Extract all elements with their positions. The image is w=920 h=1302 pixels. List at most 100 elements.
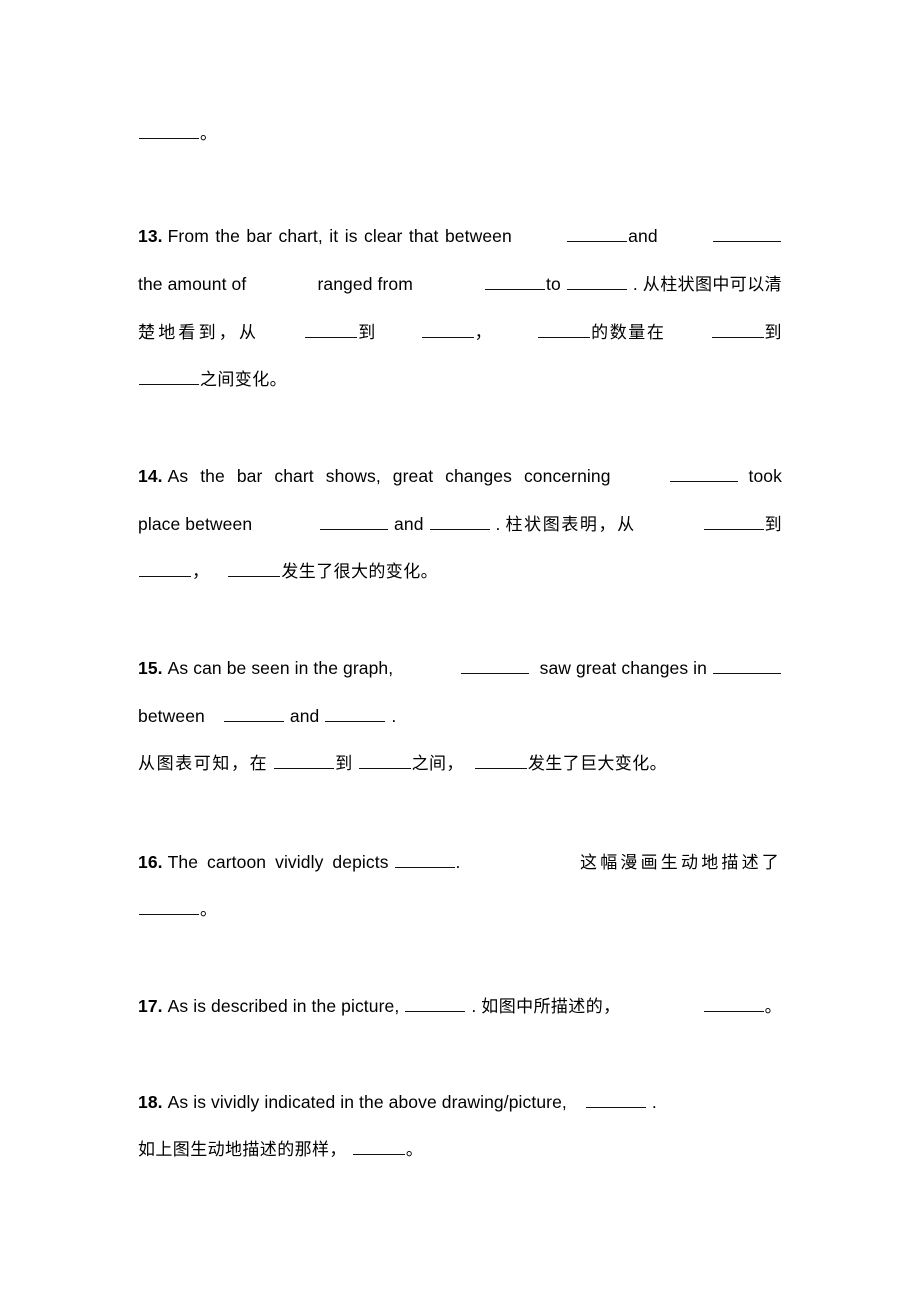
item-text: ranged from — [317, 274, 413, 294]
fill-in-blank[interactable] — [567, 224, 628, 242]
fill-in-blank[interactable] — [139, 559, 191, 577]
fill-in-blank[interactable] — [139, 121, 199, 139]
item-text: and — [628, 226, 658, 246]
item-text: . — [455, 852, 461, 872]
fill-in-blank[interactable] — [703, 994, 764, 1012]
item-text: . — [632, 274, 638, 294]
item-text-cn: 。 — [764, 997, 782, 1017]
text-line: 从图表可知，在 到 之间， 发生了巨大变化。 — [138, 740, 782, 788]
item-text-cn: 如上图生动地描述的那样， — [138, 1140, 347, 1160]
item-number: 14. — [138, 466, 163, 486]
item-text-cn: 之间变化。 — [200, 370, 287, 390]
item-text-cn: 柱状图表明，从 — [505, 515, 636, 535]
text-line: between and. — [138, 692, 782, 740]
item-text: the amount of — [138, 274, 247, 294]
item-text-cn: 楚地看到，从 — [138, 323, 260, 343]
question-item-15: 15. As can be seen in the graph, saw grea… — [138, 644, 782, 788]
item-text: . — [391, 706, 397, 726]
fill-in-blank[interactable] — [460, 656, 529, 674]
fill-in-blank[interactable] — [669, 464, 738, 482]
item-text-cn: 到 — [764, 515, 782, 535]
question-item-16: 16. The cartoon vividly depicts. 这幅漫画生动地描… — [138, 838, 782, 934]
item-text-cn: 发生了巨大变化。 — [527, 754, 668, 774]
fill-in-blank[interactable] — [566, 272, 627, 290]
question-item-17: 17. As is described in the picture,. 如图中所描… — [138, 982, 782, 1030]
orphan-period: 。 — [200, 124, 218, 144]
item-number: 15. — [138, 658, 163, 678]
item-text: place between — [138, 514, 253, 534]
fill-in-blank[interactable] — [223, 704, 284, 722]
fill-in-blank[interactable] — [228, 559, 281, 577]
text-line: 。 — [138, 110, 782, 158]
text-line: 14. As the bar chart shows, great changes… — [138, 452, 782, 500]
fill-in-blank[interactable] — [703, 512, 764, 530]
text-line: 17. As is described in the picture,. 如图中所描… — [138, 982, 782, 1030]
fill-in-blank[interactable] — [405, 994, 466, 1012]
text-line: 13. From the bar chart, it is clear that … — [138, 212, 782, 260]
question-item-18: 18. As is vividly indicated in the above … — [138, 1078, 782, 1174]
text-line: ， 发生了很大的变化。 — [138, 548, 782, 596]
item-text: took — [748, 466, 782, 486]
item-text-cn: 从图表可知，在 — [138, 754, 269, 774]
fill-in-blank[interactable] — [352, 1137, 405, 1155]
fill-in-blank[interactable] — [394, 850, 455, 868]
fill-in-blank[interactable] — [429, 512, 490, 530]
item-text: . — [495, 514, 501, 534]
item-text-cn: 到 — [335, 754, 353, 774]
item-text-cn: 发生了很大的变化。 — [281, 562, 439, 582]
item-text-cn: 到 — [358, 323, 376, 343]
item-number: 18. — [138, 1092, 163, 1112]
fill-in-blank[interactable] — [305, 320, 358, 338]
fill-in-blank[interactable] — [274, 751, 335, 769]
fill-in-blank[interactable] — [474, 751, 527, 769]
item-text-cn: ， — [474, 323, 493, 343]
item-text-cn: 这幅漫画生动地描述了 — [580, 853, 782, 873]
fill-in-blank[interactable] — [711, 320, 764, 338]
text-line: place between and. 柱状图表明，从 到 — [138, 500, 782, 548]
fill-in-blank[interactable] — [538, 320, 591, 338]
item-number: 17. — [138, 996, 163, 1016]
item-text: and — [289, 706, 320, 726]
item-text: The cartoon vividly depicts — [167, 852, 389, 872]
fill-in-blank[interactable] — [320, 512, 389, 530]
item-text: As is described in the picture, — [167, 996, 400, 1016]
text-line: the amount of ranged from to. 从柱状图中可以清 — [138, 260, 782, 308]
item-text-cn: 到 — [764, 323, 782, 343]
item-text: to — [546, 274, 561, 294]
fill-in-blank[interactable] — [139, 367, 199, 385]
text-line: 楚地看到，从 到 ， 的数量在 到 — [138, 308, 782, 356]
item-text-cn: 从柱状图中可以清 — [642, 275, 782, 295]
item-text: between — [138, 706, 205, 726]
text-line: 之间变化。 — [138, 356, 782, 404]
fill-in-blank[interactable] — [325, 704, 386, 722]
item-text-cn: 。 — [405, 1140, 424, 1160]
fill-in-blank[interactable] — [712, 224, 781, 242]
text-line: 。 — [138, 886, 782, 934]
item-text-cn: ， — [192, 562, 210, 582]
item-number: 13. — [138, 226, 163, 246]
orphan-continuation-line: 。 — [138, 110, 782, 158]
item-text: As the bar chart shows, great changes co… — [167, 466, 611, 486]
fill-in-blank[interactable] — [485, 272, 546, 290]
text-line: 如上图生动地描述的那样， 。 — [138, 1126, 782, 1174]
item-text: saw great changes in — [539, 658, 707, 678]
document-page: 。 13. From the bar chart, it is clear tha… — [138, 0, 782, 1302]
item-text-cn: 的数量在 — [591, 323, 666, 343]
fill-in-blank[interactable] — [358, 751, 411, 769]
text-line: 15. As can be seen in the graph, saw grea… — [138, 644, 782, 692]
item-text: . — [471, 996, 477, 1016]
text-line: 18. As is vividly indicated in the above … — [138, 1078, 782, 1126]
fill-in-blank[interactable] — [713, 656, 781, 674]
fill-in-blank[interactable] — [139, 897, 199, 915]
item-text: As is vividly indicated in the above dra… — [167, 1092, 567, 1112]
item-text-cn: 之间， — [411, 754, 464, 774]
item-text: From the bar chart, it is clear that bet… — [167, 226, 512, 246]
question-item-14: 14. As the bar chart shows, great changes… — [138, 452, 782, 596]
item-text-cn: 。 — [200, 900, 218, 920]
item-text: . — [651, 1092, 657, 1112]
item-text: and — [394, 514, 424, 534]
item-number: 16. — [138, 852, 163, 872]
fill-in-blank[interactable] — [421, 320, 474, 338]
fill-in-blank[interactable] — [585, 1090, 646, 1108]
item-text: As can be seen in the graph, — [167, 658, 394, 678]
